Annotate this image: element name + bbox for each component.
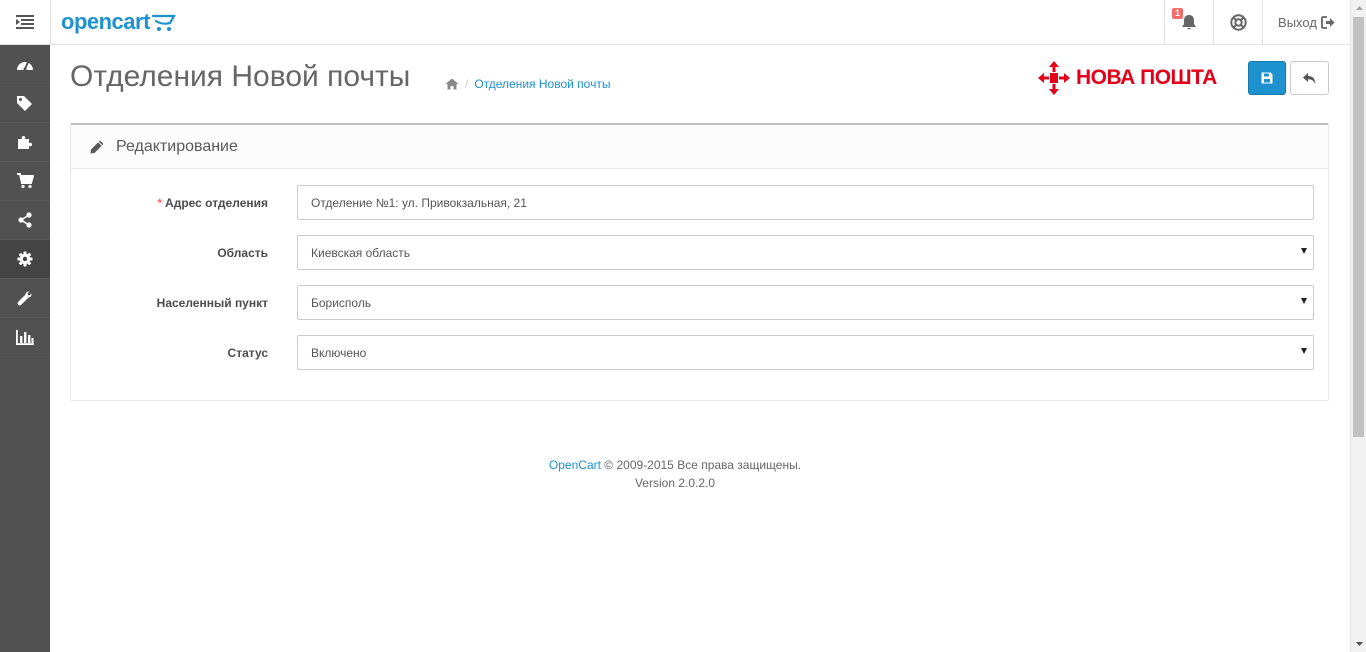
footer: OpenCart © 2009-2015 Все права защищены.… [50,456,1300,492]
top-header: opencart 1 Выход [0,0,1350,45]
logout-button[interactable]: Выход [1262,0,1350,44]
breadcrumb-separator: / [465,77,469,91]
page-title: Отделения Новой почты [70,60,411,93]
puzzle-icon [18,136,32,149]
region-select[interactable]: Киевская область [297,235,1314,270]
opencart-logo[interactable]: opencart [61,9,178,35]
pencil-icon [90,140,104,153]
sidebar [0,45,50,652]
logo-text: opencart [61,9,150,34]
sidebar-item-dashboard[interactable] [0,45,50,84]
copyright-text: © 2009-2015 Все права защищены. [604,458,802,472]
logout-label: Выход [1278,14,1317,30]
vertical-scrollbar[interactable] [1350,0,1366,652]
main-content: Отделения Новой почты / Отделения Новой … [50,45,1350,652]
shopping-cart-icon [17,173,34,189]
notifications-button[interactable]: 1 [1164,0,1213,44]
city-select-value: Борисполь [311,295,372,310]
city-select[interactable]: Борисполь [297,285,1314,320]
wrench-icon [17,291,32,306]
menu-toggle-icon [16,15,34,29]
sidebar-item-sales[interactable] [0,162,50,201]
address-label: * Адрес отделения [157,196,268,210]
sign-out-icon [1321,15,1335,29]
form-row-address: * Адрес отделения Отделение №1: ул. Приво… [71,185,1330,221]
breadcrumb: / Отделения Новой почты [445,77,610,91]
panel-title: Редактирование [116,137,238,155]
help-button[interactable] [1213,0,1262,44]
back-button[interactable] [1290,61,1329,95]
edit-panel: Редактирование * Адрес отделения Отделени… [70,123,1329,401]
scroll-down-arrow-icon[interactable] [1351,636,1366,652]
share-icon [18,212,32,228]
life-ring-icon [1229,13,1247,31]
reply-icon [1303,72,1316,84]
status-label: Статус [227,346,268,360]
dashboard-icon [17,61,33,71]
gear-icon [17,251,33,267]
scrollbar-thumb[interactable] [1353,17,1364,437]
bell-icon [1182,14,1196,29]
address-label-text: Адрес отделения [165,196,268,210]
home-icon[interactable] [445,78,459,90]
opencart-link[interactable]: OpenCart [549,458,601,472]
sidebar-item-settings[interactable] [0,240,50,279]
nova-poshta-text: НОВА ПОШТА [1076,66,1217,89]
save-button[interactable] [1248,61,1286,95]
scroll-up-arrow-icon[interactable] [1351,0,1366,16]
status-select[interactable]: Включено [297,335,1314,370]
bar-chart-icon [16,329,34,345]
breadcrumb-link[interactable]: Отделения Новой почты [474,77,610,91]
required-marker: * [157,196,163,210]
footer-copyright-line: OpenCart © 2009-2015 Все права защищены. [50,456,1300,474]
panel-heading: Редактирование [71,125,1328,169]
tags-icon [17,96,32,111]
floppy-disk-icon [1261,72,1273,84]
sidebar-item-extensions[interactable] [0,123,50,162]
form-row-region: Область Киевская область [71,235,1330,271]
region-label: Область [217,246,268,260]
caret-down-icon [1301,298,1307,304]
status-select-value: Включено [311,345,367,360]
notification-badge: 1 [1172,8,1184,19]
sidebar-item-reports[interactable] [0,318,50,357]
region-select-value: Киевская область [311,245,411,260]
cart-logo-icon [151,14,176,31]
nova-poshta-emblem-icon [1038,61,1070,95]
form-row-city: Населенный пункт Борисполь [71,285,1330,321]
caret-down-icon [1301,248,1307,254]
sidebar-item-catalog[interactable] [0,84,50,123]
sidebar-item-marketing[interactable] [0,201,50,240]
form-row-status: Статус Включено [71,335,1330,371]
caret-down-icon [1301,348,1307,354]
version-text: Version 2.0.2.0 [634,476,716,490]
address-input[interactable]: Отделение №1: ул. Привокзальная, 21 [297,185,1314,220]
sidebar-item-system[interactable] [0,279,50,318]
nova-poshta-logo: НОВА ПОШТА [1038,61,1217,95]
menu-toggle-button[interactable] [0,0,51,44]
city-label: Населенный пункт [156,296,268,310]
